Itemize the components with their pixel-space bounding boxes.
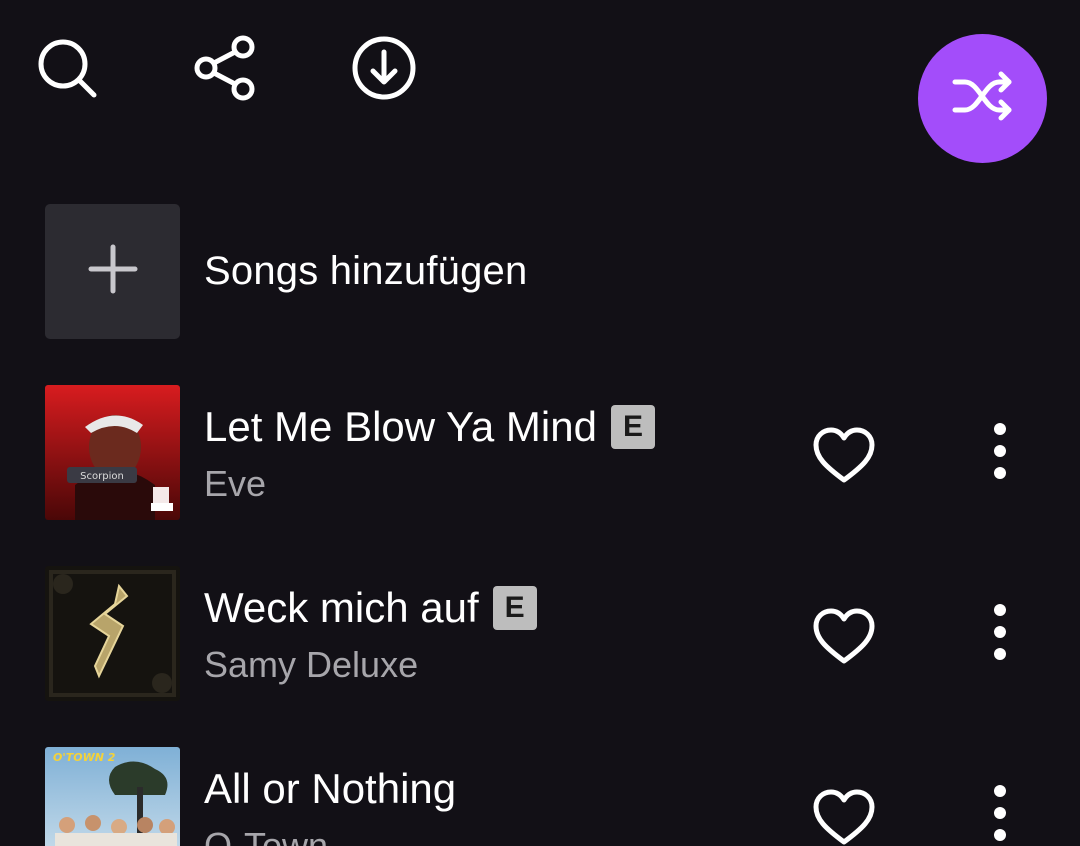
explicit-badge: E bbox=[610, 405, 655, 449]
heart-icon bbox=[811, 788, 877, 846]
share-icon[interactable] bbox=[190, 33, 260, 103]
more-options-button[interactable] bbox=[980, 783, 1020, 846]
album-cover bbox=[45, 566, 180, 701]
album-cover: O'TOWN 2 bbox=[45, 747, 180, 846]
track-title: Let Me Blow Ya Mind bbox=[204, 403, 597, 450]
track-row[interactable]: Scorpion Let Me Blow Ya Mind E Eve bbox=[45, 385, 1055, 520]
more-vertical-icon bbox=[992, 602, 1008, 667]
album-cover: Scorpion bbox=[45, 385, 180, 520]
add-songs-label: Songs hinzufügen bbox=[204, 249, 528, 293]
cover-tag-text: O'TOWN 2 bbox=[53, 751, 116, 764]
like-button[interactable] bbox=[809, 787, 879, 846]
track-title: All or Nothing bbox=[204, 765, 457, 812]
track-artist: Samy Deluxe bbox=[204, 644, 419, 685]
plus-icon bbox=[85, 241, 141, 302]
track-row[interactable]: Weck mich auf E Samy Deluxe bbox=[45, 566, 1055, 701]
track-artist: Eve bbox=[204, 463, 267, 504]
track-artist: O-Town bbox=[204, 825, 329, 846]
like-button[interactable] bbox=[809, 606, 879, 672]
playlist-screen: Songs hinzufügen Scorpion Let Me Blow Ya… bbox=[0, 0, 1080, 846]
track-title: Weck mich auf bbox=[204, 584, 479, 631]
more-vertical-icon bbox=[992, 783, 1008, 846]
add-songs-tile[interactable] bbox=[45, 204, 180, 339]
add-songs-row[interactable]: Songs hinzufügen bbox=[45, 204, 527, 339]
search-icon[interactable] bbox=[32, 33, 102, 103]
heart-icon bbox=[811, 426, 877, 491]
more-vertical-icon bbox=[992, 421, 1008, 486]
download-icon[interactable] bbox=[349, 33, 419, 103]
svg-text:Scorpion: Scorpion bbox=[80, 471, 124, 482]
track-row[interactable]: O'TOWN 2 All or Nothing O-Town bbox=[45, 747, 1055, 846]
heart-icon bbox=[811, 607, 877, 672]
more-options-button[interactable] bbox=[980, 421, 1020, 486]
like-button[interactable] bbox=[809, 425, 879, 491]
more-options-button[interactable] bbox=[980, 602, 1020, 667]
explicit-badge: E bbox=[492, 586, 537, 630]
shuffle-button[interactable] bbox=[918, 34, 1047, 163]
shuffle-icon bbox=[949, 62, 1017, 135]
